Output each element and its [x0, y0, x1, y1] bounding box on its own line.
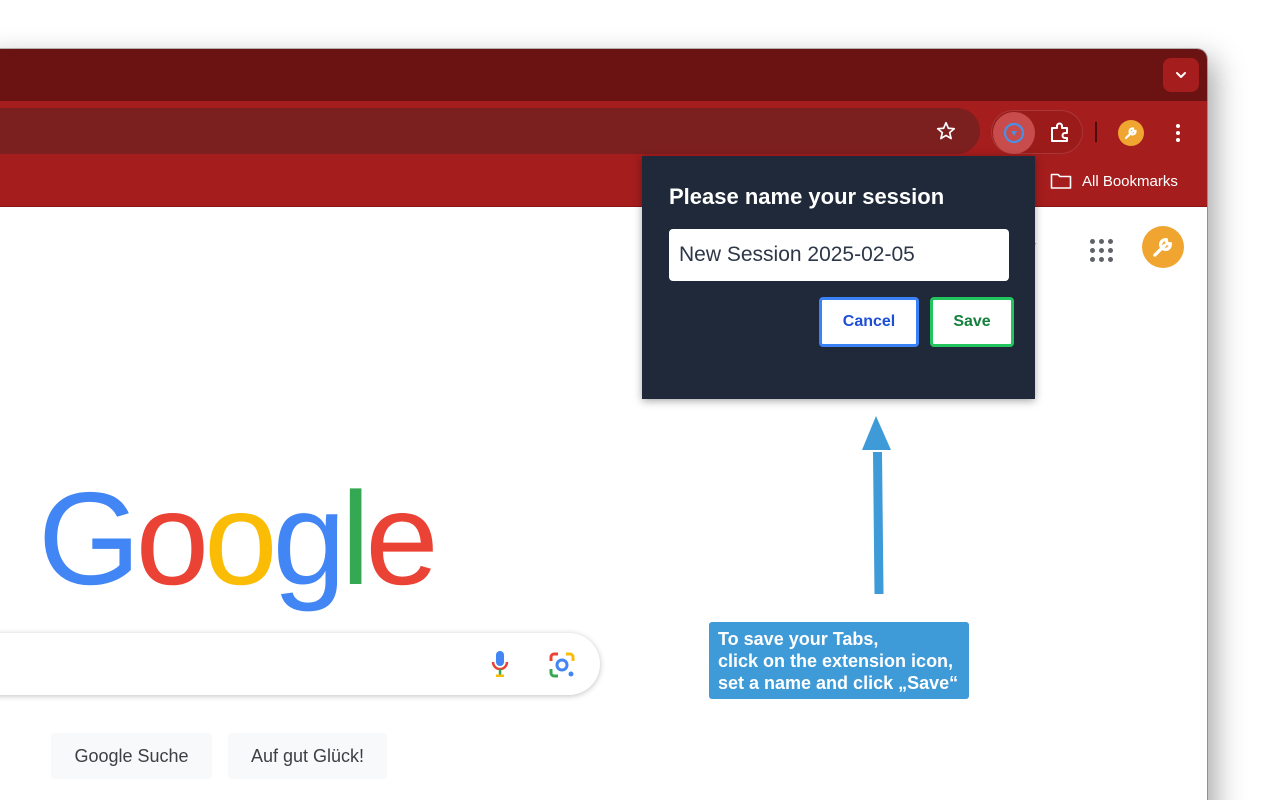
- kebab-menu-icon: [1176, 124, 1180, 142]
- chevron-down-icon: [1176, 72, 1186, 78]
- all-bookmarks-button[interactable]: All Bookmarks: [1050, 169, 1178, 193]
- google-apps-button[interactable]: [1083, 232, 1119, 268]
- save-button[interactable]: Save: [930, 297, 1014, 347]
- logo-letter: o: [204, 465, 277, 612]
- tab-search-button[interactable]: [1163, 58, 1199, 92]
- browser-toolbar: [0, 101, 1207, 155]
- cancel-button[interactable]: Cancel: [819, 297, 919, 347]
- screenshot-stage: All Bookmarks der Google: [0, 0, 1280, 800]
- logo-letter: l: [340, 465, 370, 612]
- session-extension-button[interactable]: [993, 112, 1035, 154]
- star-icon: [936, 121, 956, 140]
- logo-letter: o: [135, 465, 209, 612]
- google-logo: Google: [38, 473, 439, 605]
- wrench-icon: [1124, 127, 1137, 140]
- wrench-icon: [1153, 238, 1172, 257]
- puzzle-icon: [1051, 122, 1068, 142]
- callout-line: To save your Tabs,: [718, 629, 879, 649]
- instruction-callout: To save your Tabs, click on the extensio…: [709, 622, 969, 699]
- bookmark-star-button[interactable]: [930, 115, 962, 147]
- google-search-button[interactable]: Google Suche: [51, 733, 212, 779]
- folder-icon: [1050, 173, 1072, 189]
- mic-icon[interactable]: [490, 650, 510, 678]
- lens-icon[interactable]: [548, 651, 576, 679]
- session-extension-icon: [1003, 122, 1025, 144]
- session-name-popup: Please name your session Cancel Save: [642, 156, 1035, 399]
- popup-title: Please name your session: [669, 184, 945, 209]
- arrow-up-icon: [862, 416, 891, 595]
- callout-line: click on the extension icon,: [718, 651, 954, 671]
- session-name-input[interactable]: [669, 229, 1009, 281]
- toolbar-separator: [1095, 122, 1097, 142]
- browser-menu-button[interactable]: [1166, 117, 1190, 149]
- search-input[interactable]: [0, 633, 600, 695]
- callout-line: set a name and click „Save“: [718, 673, 959, 693]
- extensions-menu-button[interactable]: [1044, 116, 1076, 148]
- feeling-lucky-button[interactable]: Auf gut Glück!: [228, 733, 387, 779]
- account-avatar[interactable]: [1142, 226, 1184, 268]
- address-bar[interactable]: [0, 108, 980, 154]
- logo-letter: e: [365, 465, 438, 612]
- all-bookmarks-label: All Bookmarks: [1082, 172, 1178, 190]
- logo-letter: G: [38, 465, 141, 612]
- logo-letter: g: [272, 465, 346, 612]
- tab-strip: [0, 49, 1207, 101]
- profile-button[interactable]: [1118, 120, 1144, 146]
